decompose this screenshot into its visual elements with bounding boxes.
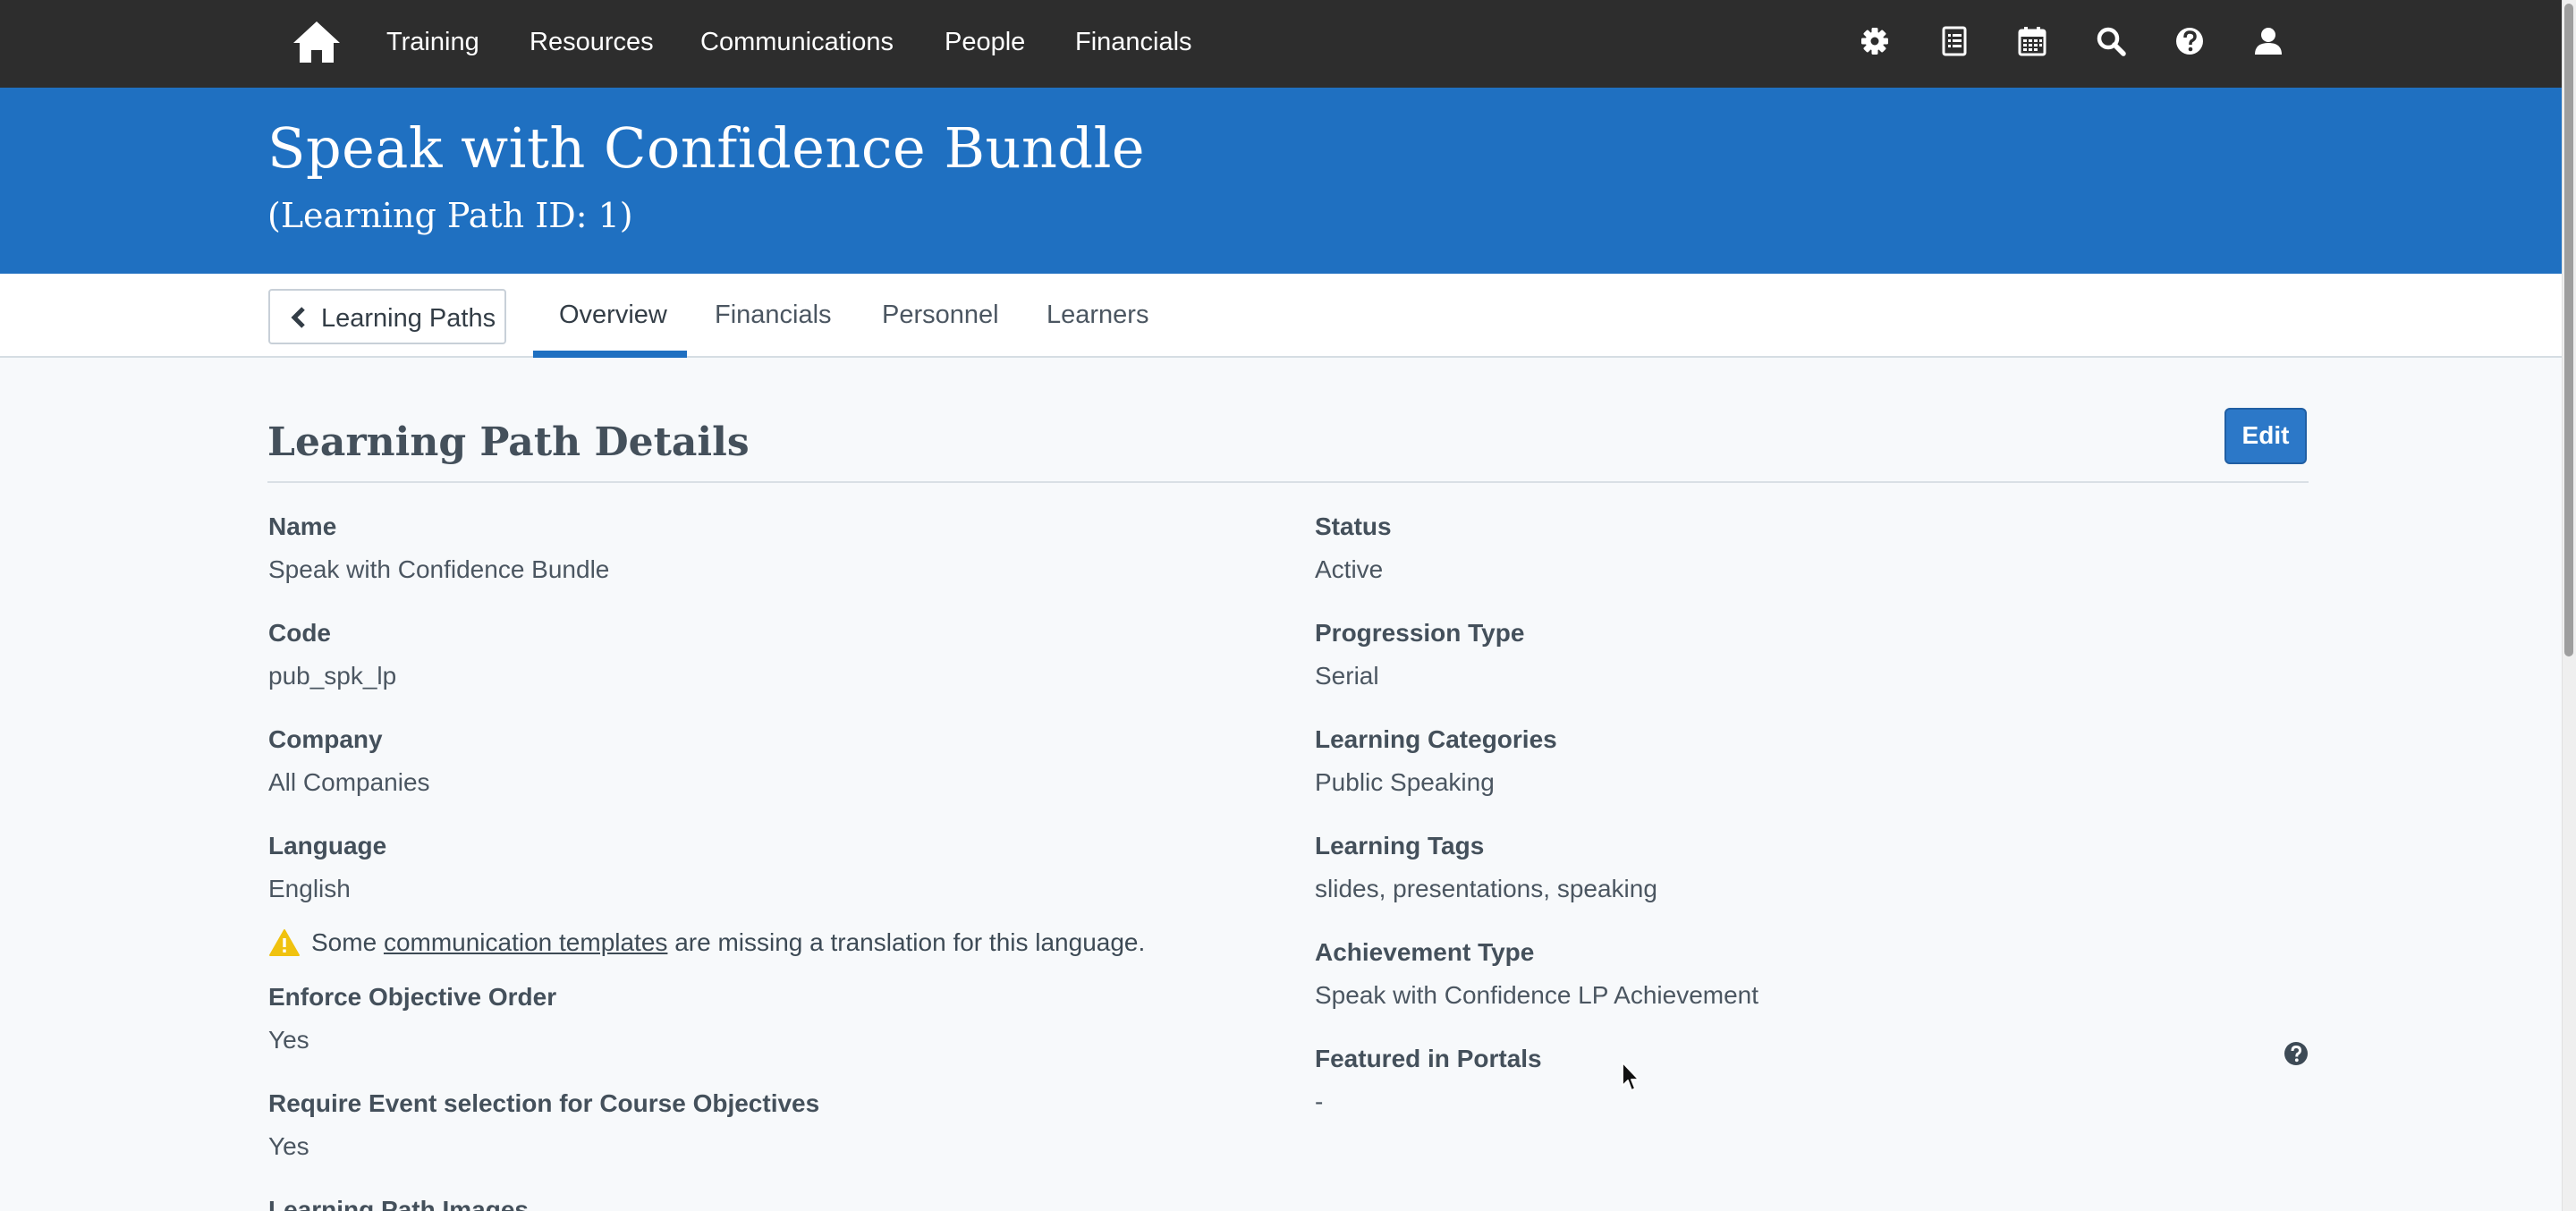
require-event-selection-value: Yes: [268, 1132, 309, 1160]
edit-button[interactable]: Edit: [2224, 408, 2307, 464]
user-icon[interactable]: [2250, 23, 2286, 59]
learning-categories-label: Learning Categories: [1315, 725, 1557, 753]
code-value: pub_spk_lp: [268, 662, 397, 690]
name-label: Name: [268, 512, 337, 540]
learning-path-id: (Learning Path ID: 1): [267, 196, 633, 235]
section-title: Learning Path Details: [267, 419, 750, 465]
page-title: Speak with Confidence Bundle: [267, 115, 1146, 181]
nav-link-resources[interactable]: Resources: [530, 27, 654, 57]
communication-templates-link[interactable]: communication templates: [384, 928, 667, 956]
back-button-label: Learning Paths: [321, 304, 496, 333]
language-value: English: [268, 875, 351, 902]
nav-link-financials[interactable]: Financials: [1075, 27, 1192, 57]
status-value: Active: [1315, 555, 1384, 583]
featured-in-portals-value: -: [1315, 1088, 1324, 1115]
enforce-objective-order-label: Enforce Objective Order: [268, 983, 557, 1011]
status-label: Status: [1315, 512, 1392, 540]
tab-overview[interactable]: Overview: [559, 300, 667, 330]
nav-link-communications[interactable]: Communications: [700, 27, 894, 57]
tab-learners[interactable]: Learners: [1046, 300, 1148, 330]
calendar-icon[interactable]: [2014, 23, 2050, 59]
report-icon[interactable]: [1936, 23, 1972, 59]
back-to-learning-paths-button[interactable]: Learning Paths: [268, 289, 506, 344]
require-event-selection-label: Require Event selection for Course Objec…: [268, 1089, 820, 1117]
featured-portals-help-icon[interactable]: [2283, 1040, 2309, 1067]
achievement-type-value: Speak with Confidence LP Achievement: [1315, 981, 1759, 1009]
name-value: Speak with Confidence Bundle: [268, 555, 610, 583]
learning-tags-label: Learning Tags: [1315, 832, 1485, 860]
achievement-type-label: Achievement Type: [1315, 938, 1535, 966]
mouse-cursor-icon: [1621, 1061, 1642, 1093]
learning-categories-value: Public Speaking: [1315, 768, 1495, 796]
translation-warning: Some communication templates are missing…: [311, 927, 1145, 958]
enforce-objective-order-value: Yes: [268, 1026, 309, 1054]
chevron-left-icon: [290, 306, 308, 329]
active-tab-indicator: [533, 351, 687, 358]
featured-in-portals-label: Featured in Portals: [1315, 1045, 1542, 1072]
scrollbar-thumb[interactable]: [2564, 4, 2573, 656]
warning-prefix: Some: [311, 928, 384, 956]
learning-path-images-label: Learning Path Images: [268, 1196, 529, 1211]
warning-icon: [268, 928, 301, 957]
learning-tags-value: slides, presentations, speaking: [1315, 875, 1657, 902]
progression-type-value: Serial: [1315, 662, 1379, 690]
progression-type-label: Progression Type: [1315, 619, 1525, 647]
help-icon[interactable]: [2172, 23, 2207, 59]
company-value: All Companies: [268, 768, 430, 796]
language-label: Language: [268, 832, 387, 860]
nav-link-training[interactable]: Training: [386, 27, 479, 57]
tab-financials[interactable]: Financials: [715, 300, 832, 330]
warning-suffix: are missing a translation for this langu…: [667, 928, 1146, 956]
gear-icon[interactable]: [1857, 23, 1893, 59]
tab-personnel[interactable]: Personnel: [882, 300, 999, 330]
nav-link-people[interactable]: People: [945, 27, 1025, 57]
search-icon[interactable]: [2093, 23, 2129, 59]
company-label: Company: [268, 725, 383, 753]
home-icon[interactable]: [292, 20, 342, 64]
code-label: Code: [268, 619, 331, 647]
section-divider: [267, 481, 2309, 483]
